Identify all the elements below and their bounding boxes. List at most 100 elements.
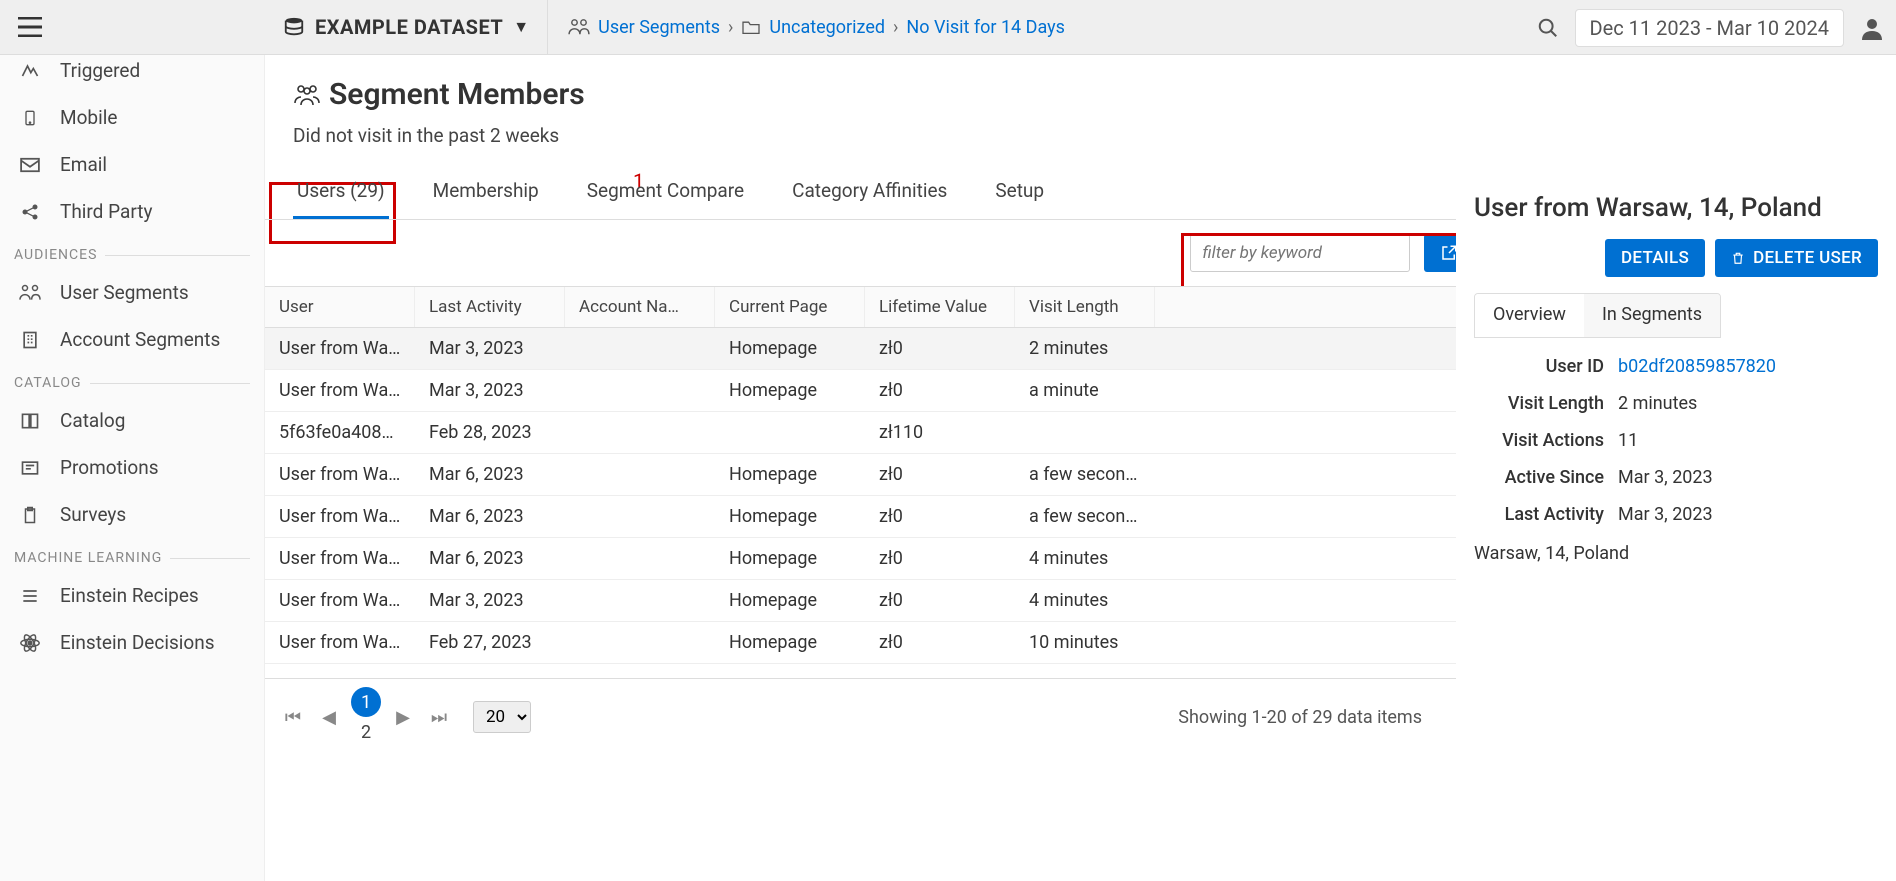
cell-account [565, 339, 715, 359]
detail-field-value: Mar 3, 2023 [1618, 467, 1878, 488]
detail-user-name: User from Warsaw, 14, Poland [1474, 193, 1878, 223]
email-icon [16, 157, 44, 173]
pager-size-select[interactable]: 20 [473, 701, 531, 733]
detail-user-id-link[interactable]: b02df20859857820 [1618, 356, 1776, 377]
detail-field-key: Active Since [1474, 467, 1604, 488]
sidebar-item-user-segments[interactable]: User Segments [0, 269, 264, 316]
cell-user: User from Wa… [265, 454, 415, 495]
cell-lifetime-value: zł0 [865, 454, 1015, 495]
cell-visit-length [1015, 423, 1155, 443]
tab-setup[interactable]: Setup [991, 165, 1048, 219]
column-header[interactable]: Last Activity [415, 287, 565, 327]
cell-user: 5f63fe0a408… [265, 412, 415, 453]
sidebar-item-label: Einstein Recipes [60, 584, 199, 607]
sidebar-item-mobile[interactable]: Mobile [0, 94, 264, 141]
detail-details-button[interactable]: DETAILS [1605, 239, 1705, 277]
export-icon [1440, 244, 1458, 262]
cell-account [565, 465, 715, 485]
cell-last-activity: Mar 6, 2023 [415, 454, 565, 495]
breadcrumb-segment[interactable]: No Visit for 14 Days [906, 17, 1065, 38]
sidebar-item-account-segments[interactable]: Account Segments [0, 316, 264, 363]
tab-users[interactable]: Users (29) [293, 165, 389, 219]
pager-page-1[interactable]: 1 [351, 687, 381, 717]
column-header[interactable]: Current Page [715, 287, 865, 327]
sidebar-item-promotions[interactable]: Promotions [0, 444, 264, 491]
detail-field-key: Visit Actions [1474, 430, 1604, 451]
segment-description: Did not visit in the past 2 weeks [265, 118, 1896, 165]
cell-account [565, 549, 715, 569]
cell-account [565, 591, 715, 611]
clipboard-icon [16, 504, 44, 526]
column-header[interactable]: User [265, 287, 415, 327]
column-header[interactable]: Account Na… [565, 287, 715, 327]
tab-segment[interactable]: Segment Compare [583, 165, 748, 219]
detail-tab-overview[interactable]: Overview [1475, 294, 1584, 337]
detail-delete-button[interactable]: DELETE USER [1715, 239, 1878, 277]
pager-next[interactable]: ▶ [389, 707, 417, 728]
cell-account [565, 381, 715, 401]
pager-last[interactable]: ⏭ [425, 707, 453, 728]
sidebar-item-label: Account Segments [60, 328, 220, 351]
breadcrumb-root[interactable]: User Segments [598, 17, 720, 38]
sidebar-section: AUDIENCES [0, 235, 264, 269]
cell-current-page: Homepage [715, 496, 865, 537]
cell-user: User from Wa… [265, 622, 415, 663]
cell-visit-length: 10 minutes [1015, 622, 1155, 663]
database-icon [283, 16, 305, 38]
search-icon[interactable] [1537, 17, 1559, 39]
sidebar-item-label: Third Party [60, 200, 152, 223]
cell-lifetime-value: zł0 [865, 580, 1015, 621]
hamburger-icon[interactable] [18, 17, 42, 37]
user-avatar-icon[interactable] [1860, 16, 1884, 40]
sidebar-item-einstein-decisions[interactable]: Einstein Decisions [0, 619, 264, 666]
cell-lifetime-value: zł0 [865, 496, 1015, 537]
column-header[interactable]: Visit Length [1015, 287, 1155, 327]
cell-lifetime-value: zł0 [865, 538, 1015, 579]
sidebar-item-label: Einstein Decisions [60, 631, 215, 654]
detail-field-key: Visit Length [1474, 393, 1604, 414]
sidebar-item-einstein-recipes[interactable]: Einstein Recipes [0, 572, 264, 619]
sidebar-item-third-party[interactable]: Third Party [0, 188, 264, 235]
sidebar-item-triggered[interactable]: Triggered [0, 55, 264, 94]
cell-visit-length: 2 minutes [1015, 328, 1155, 369]
cell-current-page: Homepage [715, 454, 865, 495]
dataset-name: EXAMPLE DATASET [315, 15, 503, 39]
pager-first[interactable]: ⏮ [279, 707, 307, 728]
pager-prev[interactable]: ◀ [315, 707, 343, 728]
sidebar-item-surveys[interactable]: Surveys [0, 491, 264, 538]
cell-last-activity: Feb 28, 2023 [415, 412, 565, 453]
tab-membership[interactable]: Membership [429, 165, 543, 219]
sidebar-section: CATALOG [0, 363, 264, 397]
mobile-icon [16, 107, 44, 129]
cell-visit-length: a few seconds [1015, 496, 1155, 537]
cell-user: User from Wa… [265, 328, 415, 369]
caret-down-icon: ▼ [513, 17, 529, 37]
detail-field-key: User ID [1474, 356, 1604, 377]
sidebar-item-label: Mobile [60, 106, 117, 129]
sidebar-item-label: Email [60, 153, 107, 176]
pager-page-2[interactable]: 2 [351, 717, 381, 747]
cell-last-activity: Feb 27, 2023 [415, 622, 565, 663]
pager-status: Showing 1-20 of 29 data items [1178, 707, 1422, 728]
cell-lifetime-value: zł0 [865, 622, 1015, 663]
cell-last-activity: Mar 3, 2023 [415, 370, 565, 411]
cell-lifetime-value: zł110 [865, 412, 1015, 453]
detail-tab-in-segments[interactable]: In Segments [1584, 294, 1720, 337]
sidebar-item-catalog[interactable]: Catalog [0, 397, 264, 444]
dataset-selector[interactable]: EXAMPLE DATASET ▼ [265, 0, 548, 54]
detail-field-value: Mar 3, 2023 [1618, 504, 1878, 525]
cell-last-activity: Mar 6, 2023 [415, 496, 565, 537]
promo-icon [16, 458, 44, 478]
book-icon [16, 411, 44, 431]
detail-field-key: Last Activity [1474, 504, 1604, 525]
sidebar-item-email[interactable]: Email [0, 141, 264, 188]
column-header[interactable]: Lifetime Value [865, 287, 1015, 327]
cell-visit-length: a minute [1015, 370, 1155, 411]
building-icon [16, 329, 44, 351]
detail-field-value: 2 minutes [1618, 393, 1878, 414]
tab-category[interactable]: Category Affinities [788, 165, 951, 219]
filter-input[interactable] [1190, 234, 1410, 272]
date-range-picker[interactable]: Dec 11 2023 - Mar 10 2024 [1575, 9, 1845, 47]
breadcrumb-folder[interactable]: Uncategorized [769, 17, 885, 38]
page-title: Segment Members [329, 77, 585, 112]
